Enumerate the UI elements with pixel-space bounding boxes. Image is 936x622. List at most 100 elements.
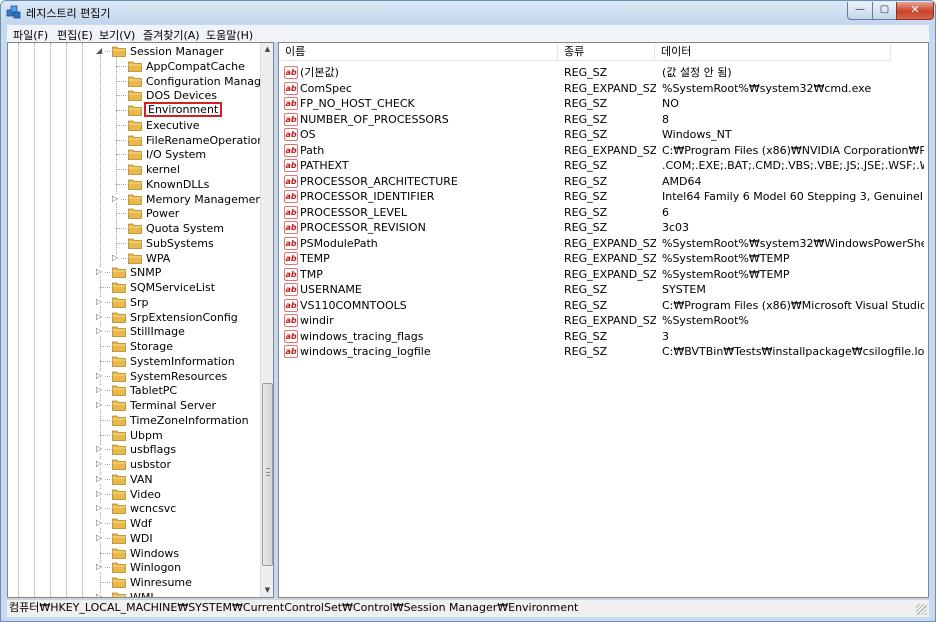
tree-item[interactable]: ▷ WPA xyxy=(8,251,258,266)
column-header-name[interactable]: 이름 xyxy=(279,43,558,61)
tree-item[interactable]: ▷ StillImage xyxy=(8,324,258,339)
column-header-data[interactable]: 데이터 xyxy=(655,43,891,61)
folder-icon xyxy=(112,517,126,529)
tree-item[interactable]: ▷ SystemResources xyxy=(8,369,258,384)
tree-item[interactable]: DOS Devices xyxy=(8,88,258,103)
resize-grip-icon[interactable] xyxy=(916,604,927,615)
expand-arrow-icon[interactable]: ▷ xyxy=(96,371,104,380)
tree-item[interactable]: Power xyxy=(8,206,258,221)
expand-arrow-icon[interactable]: ▷ xyxy=(96,268,104,277)
tree-scrollbar[interactable]: ▲ ▼ xyxy=(260,43,273,597)
tree-item[interactable]: FileRenameOperations xyxy=(8,133,270,148)
tree-item[interactable]: ▷ VAN xyxy=(8,472,258,487)
tree-item[interactable]: Environment xyxy=(8,102,258,118)
expand-arrow-icon[interactable]: ▷ xyxy=(96,401,104,409)
tree-item[interactable]: TimeZoneInformation xyxy=(8,413,258,428)
tree-item[interactable]: ▷ SNMP xyxy=(8,265,258,280)
value-row[interactable]: ab (기본값) REG_SZ (값 설정 안 됨) xyxy=(279,65,928,80)
expand-arrow-icon[interactable]: ▷ xyxy=(96,519,104,527)
value-row[interactable]: ab PROCESSOR_IDENTIFIER REG_SZ Intel64 Fami… xyxy=(279,189,928,204)
tree-item[interactable]: Executive xyxy=(8,118,258,133)
close-button[interactable]: ✕ xyxy=(896,2,934,20)
value-row[interactable]: ab PSModulePath REG_EXPAND_SZ %SystemRoot%₩… xyxy=(279,236,928,251)
value-row[interactable]: ab windows_tracing_logfile REG_SZ C:₩BVTBin… xyxy=(279,344,928,359)
key-tree-pane[interactable]: ◢ Session Manager AppCompatCache Configurat… xyxy=(7,42,274,598)
tree-item[interactable]: I/O System xyxy=(8,147,258,162)
expand-arrow-icon[interactable]: ▷ xyxy=(96,312,104,321)
tree-item[interactable]: ▷ Terminal Server xyxy=(8,398,258,413)
expand-arrow-icon[interactable]: ▷ xyxy=(112,253,120,262)
value-row[interactable]: ab PATHEXT REG_SZ .COM;.EXE;.BAT;.CMD;.VBS;… xyxy=(279,158,928,173)
tree-item[interactable]: ▷ TabletPC xyxy=(8,383,258,398)
tree-item[interactable]: Storage xyxy=(8,339,258,354)
tree-item[interactable]: AppCompatCache xyxy=(8,59,258,74)
tree-item[interactable]: ◢ Session Manager xyxy=(8,44,258,59)
expand-arrow-icon[interactable]: ▷ xyxy=(96,592,104,597)
tree-item[interactable]: ▷ wcncsvc xyxy=(8,501,258,516)
value-row[interactable]: ab TMP REG_EXPAND_SZ %SystemRoot%₩TEMP xyxy=(279,267,928,282)
scroll-down-arrow-icon[interactable]: ▼ xyxy=(261,584,273,597)
expand-arrow-icon[interactable]: ▷ xyxy=(96,297,104,306)
tree-item[interactable]: Winresume xyxy=(8,575,258,590)
value-row[interactable]: ab TEMP REG_EXPAND_SZ %SystemRoot%₩TEMP xyxy=(279,251,928,266)
tree-item[interactable]: ▷ Memory Management xyxy=(8,192,267,207)
menu-file[interactable]: 파일(F) xyxy=(13,27,48,43)
value-row[interactable]: ab OS REG_SZ Windows_NT xyxy=(279,127,928,142)
tree-item[interactable]: ▷ WMI xyxy=(8,590,258,597)
collapse-arrow-icon[interactable]: ◢ xyxy=(96,47,104,55)
tree-item[interactable]: ▷ SrpExtensionConfig xyxy=(8,310,258,325)
expand-arrow-icon[interactable]: ▷ xyxy=(96,504,104,513)
tree-item[interactable]: ▷ WDI xyxy=(8,531,258,546)
menu-help[interactable]: 도움말(H) xyxy=(206,27,253,43)
menu-edit[interactable]: 편집(E) xyxy=(57,27,93,43)
tree-item[interactable]: ▷ Wdf xyxy=(8,516,258,531)
value-row[interactable]: ab VS110COMNTOOLS REG_SZ C:₩Program Files (… xyxy=(279,298,928,313)
value-list-pane[interactable]: 이름 종류 데이터 ab (기본값) REG_SZ (값 설정 안 됨) ab ComSp… xyxy=(278,42,929,598)
value-row[interactable]: ab PROCESSOR_REVISION REG_SZ 3c03 xyxy=(279,220,928,235)
tree-item[interactable]: ▷ Srp xyxy=(8,295,258,310)
expand-arrow-icon[interactable]: ▷ xyxy=(96,327,104,336)
tree-item[interactable]: Windows xyxy=(8,546,258,561)
tree-item[interactable]: ▷ Video xyxy=(8,487,258,502)
value-row[interactable]: ab PROCESSOR_ARCHITECTURE REG_SZ AMD64 xyxy=(279,174,928,189)
title-bar[interactable]: 레지스트리 편집기 — ▢ ✕ xyxy=(1,1,935,24)
maximize-button[interactable]: ▢ xyxy=(872,2,897,20)
tree-item[interactable]: kernel xyxy=(8,162,258,177)
value-type: REG_SZ xyxy=(564,174,608,188)
value-row[interactable]: ab Path REG_EXPAND_SZ C:₩Program Files (x86… xyxy=(279,143,928,158)
expand-arrow-icon[interactable]: ▷ xyxy=(96,445,104,454)
tree-item[interactable]: KnownDLLs xyxy=(8,177,258,192)
tree-item[interactable]: SubSystems xyxy=(8,236,258,251)
value-row[interactable]: ab NUMBER_OF_PROCESSORS REG_SZ 8 xyxy=(279,112,928,127)
expand-arrow-icon[interactable]: ▷ xyxy=(96,489,104,498)
scroll-thumb[interactable] xyxy=(262,383,273,566)
expand-arrow-icon[interactable]: ▷ xyxy=(96,386,104,395)
tree-item[interactable]: Quota System xyxy=(8,221,258,236)
folder-icon xyxy=(112,488,126,500)
value-row[interactable]: ab PROCESSOR_LEVEL REG_SZ 6 xyxy=(279,205,928,220)
tree-item[interactable]: ▷ usbflags xyxy=(8,442,258,457)
menu-favorites[interactable]: 즐겨찾기(A) xyxy=(143,27,200,43)
tree-item[interactable]: Configuration Manager xyxy=(8,74,272,89)
column-header-type[interactable]: 종류 xyxy=(558,43,655,61)
scroll-up-arrow-icon[interactable]: ▲ xyxy=(261,43,273,56)
tree-item[interactable]: SystemInformation xyxy=(8,354,258,369)
value-row[interactable]: ab USERNAME REG_SZ SYSTEM xyxy=(279,282,928,297)
value-row[interactable]: ab windir REG_EXPAND_SZ %SystemRoot% xyxy=(279,313,928,328)
minimize-button[interactable]: — xyxy=(847,2,873,20)
tree-item[interactable]: ▷ Winlogon xyxy=(8,560,258,575)
menu-view[interactable]: 보기(V) xyxy=(99,27,135,43)
tree-item[interactable]: ▷ usbstor xyxy=(8,457,258,472)
value-name: ComSpec xyxy=(300,81,352,95)
expand-arrow-icon[interactable]: ▷ xyxy=(96,460,104,468)
expand-arrow-icon[interactable]: ▷ xyxy=(112,194,120,203)
tree-item[interactable]: SQMServiceList xyxy=(8,280,258,295)
tree-item-label: Quota System xyxy=(146,222,224,235)
expand-arrow-icon[interactable]: ▷ xyxy=(96,563,104,572)
tree-item[interactable]: Ubpm xyxy=(8,428,258,443)
value-row[interactable]: ab FP_NO_HOST_CHECK REG_SZ NO xyxy=(279,96,928,111)
expand-arrow-icon[interactable]: ▷ xyxy=(96,474,104,483)
value-row[interactable]: ab windows_tracing_flags REG_SZ 3 xyxy=(279,329,928,344)
value-row[interactable]: ab ComSpec REG_EXPAND_SZ %SystemRoot%₩syste… xyxy=(279,81,928,96)
expand-arrow-icon[interactable]: ▷ xyxy=(96,533,104,542)
